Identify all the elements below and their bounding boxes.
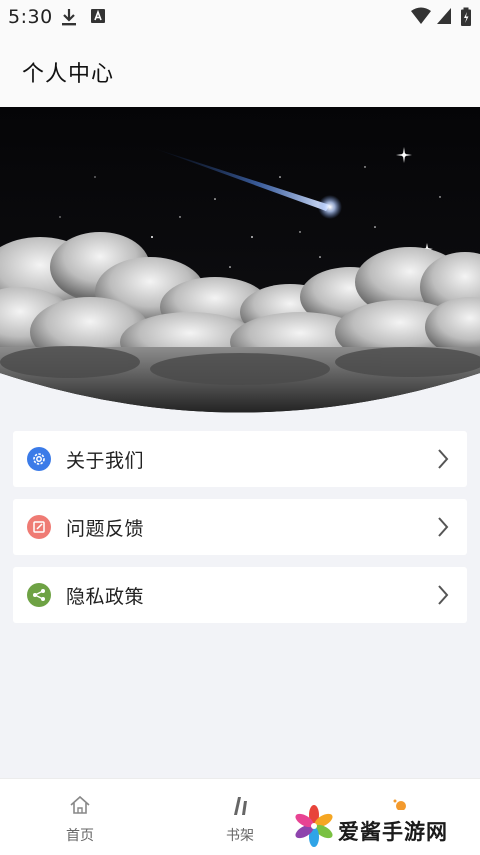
text-a-icon — [90, 7, 106, 29]
menu-item-label: 隐私政策 — [66, 586, 145, 608]
pinwheel-logo-icon — [292, 804, 336, 854]
nav-item-home[interactable]: 首页 — [20, 779, 140, 855]
page-title: 个人中心 — [22, 62, 115, 87]
cellular-signal-icon — [436, 7, 452, 29]
menu-item-label: 关于我们 — [66, 450, 145, 472]
settings-icon — [27, 447, 51, 471]
profile-banner — [0, 107, 480, 413]
feedback-icon — [27, 515, 51, 539]
download-icon — [60, 7, 78, 31]
menu-item-label: 问题反馈 — [66, 518, 145, 540]
menu-item-about-us[interactable]: 关于我们 — [13, 431, 467, 487]
watermark-text: 爱酱手游网 — [338, 820, 448, 844]
status-time: 5:30 — [8, 6, 53, 28]
chevron-right-icon — [437, 584, 449, 610]
share-icon — [27, 583, 51, 607]
menu-item-privacy-policy[interactable]: 隐私政策 — [13, 567, 467, 623]
night-sky-illustration — [0, 107, 480, 413]
menu-item-feedback[interactable]: 问题反馈 — [13, 499, 467, 555]
battery-icon — [460, 7, 472, 31]
status-bar: 5:30 — [0, 0, 480, 34]
wifi-icon — [410, 7, 432, 29]
nav-item-bookshelf[interactable]: 书架 — [180, 779, 300, 855]
bookshelf-icon — [231, 795, 249, 821]
watermark-logo: 爱酱手游网 — [292, 800, 480, 854]
home-icon — [69, 795, 91, 819]
chevron-right-icon — [437, 448, 449, 474]
chevron-right-icon — [437, 516, 449, 542]
nav-label-bookshelf: 书架 — [226, 828, 254, 844]
header: 个人中心 — [0, 34, 480, 107]
nav-label-home: 首页 — [66, 828, 94, 844]
